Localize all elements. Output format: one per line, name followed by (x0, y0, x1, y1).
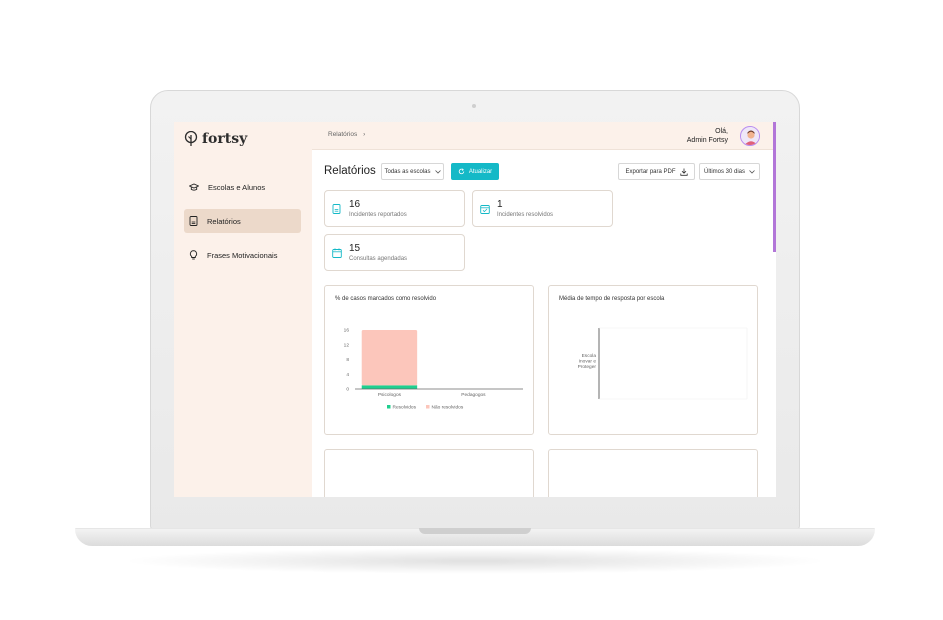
sidebar-item-label: Relatórios (207, 216, 241, 226)
stat-value: 16 (349, 199, 361, 210)
resolved-chart-panel: % de casos marcados como resolvido 0 4 8 12… (324, 285, 534, 435)
y-tick-label: 0 (346, 387, 349, 393)
x-tick-label: Pedagogos (461, 392, 486, 398)
lightbulb-icon (189, 250, 198, 260)
sidebar-item-escolas[interactable]: Escolas e Alunos (184, 175, 301, 199)
y-tick-label: Escola (582, 353, 597, 359)
page: fortsy Escolas e Alunos Relatórios Frase… (0, 0, 943, 620)
y-tick-label: 16 (344, 328, 350, 334)
breadcrumb-item[interactable]: Relatórios (328, 131, 357, 138)
download-icon (679, 168, 688, 176)
period-filter-value: Últimos 30 dias (703, 168, 745, 175)
legend-label: Não resolvidos (432, 404, 464, 410)
laptop-shadow (120, 548, 830, 574)
app-screen: fortsy Escolas e Alunos Relatórios Frase… (174, 122, 776, 497)
logo[interactable]: fortsy (184, 131, 247, 147)
export-pdf-button[interactable]: Exportar para PDF (618, 163, 695, 180)
graduation-cap-icon (189, 183, 199, 191)
y-tick-label: 12 (344, 342, 350, 348)
report-doc-icon (332, 204, 341, 214)
stat-card-reported: 16 Incidentes reportados (324, 190, 465, 227)
avatar[interactable] (740, 126, 760, 146)
y-tick-label: 4 (346, 372, 349, 378)
greeting-text: Olá, (715, 128, 728, 135)
stat-card-resolved: 1 Incidentes resolvidos (472, 190, 613, 227)
legend-label: Resolvidos (393, 404, 417, 410)
sidebar-item-relatorios[interactable]: Relatórios (184, 209, 301, 233)
y-tick-label: 8 (346, 357, 349, 363)
stat-label: Incidentes resolvidos (497, 212, 554, 218)
page-title: Relatórios (324, 165, 376, 177)
chart-title: Média de tempo de resposta por escola (559, 296, 665, 302)
scrollbar[interactable] (773, 122, 776, 252)
period-filter-select[interactable]: Últimos 30 dias (699, 163, 760, 180)
legend-swatch (387, 405, 391, 409)
stat-value: 15 (349, 243, 361, 254)
sidebar-item-label: Frases Motivacionais (207, 250, 278, 260)
response-time-chart: Escola Inovar e Proteger (578, 327, 748, 400)
sidebar-item-frases[interactable]: Frases Motivacionais (184, 243, 301, 267)
document-icon (189, 216, 198, 226)
x-tick-label: Psicologos (378, 392, 402, 398)
main-content: Relatórios Todas as escolas Atualizar Ex… (312, 150, 773, 497)
sidebar-item-label: Escolas e Alunos (208, 182, 266, 192)
laptop-notch (419, 528, 531, 534)
school-filter-value: Todas as escolas (384, 168, 431, 175)
user-avatar-icon (741, 127, 759, 145)
bar-segment (361, 385, 418, 389)
user-greeting: Olá, Admin Fortsy (687, 127, 728, 145)
chevron-down-icon (749, 169, 755, 174)
topbar: Relatórios › Olá, Admin Fortsy (312, 122, 776, 252)
response-time-chart-panel: Média de tempo de resposta por escola Es… (548, 285, 758, 435)
resolved-bar-chart: 0 4 8 12 16 Psicologos Pedagogos Resolvidos Não … (344, 328, 523, 410)
school-filter-select[interactable]: Todas as escolas (381, 163, 444, 180)
calendar-icon (332, 248, 342, 258)
y-tick-label: Proteger (578, 364, 597, 370)
chart-panel-3 (324, 449, 534, 497)
refresh-icon (458, 168, 465, 175)
chart-title: % de casos marcados como resolvido (335, 296, 437, 302)
bar-segment (361, 330, 418, 386)
chart-panel-4 (548, 449, 758, 497)
tree-logo-icon (184, 131, 198, 146)
stat-value: 1 (497, 199, 503, 210)
calendar-check-icon (480, 205, 490, 214)
legend-swatch (426, 405, 430, 409)
stat-card-appointments: 15 Consultas agendadas (324, 234, 465, 271)
sidebar: fortsy Escolas e Alunos Relatórios Frase… (174, 122, 312, 497)
camera-icon (472, 104, 476, 108)
stat-label: Consultas agendadas (349, 256, 408, 262)
chevron-down-icon (434, 169, 441, 174)
export-label: Exportar para PDF (625, 168, 676, 175)
user-name: Admin Fortsy (686, 137, 728, 144)
refresh-label: Atualizar (468, 168, 493, 175)
y-tick-label: Inovar e (579, 359, 597, 365)
logo-text: fortsy (202, 131, 248, 147)
refresh-button[interactable]: Atualizar (451, 163, 499, 180)
breadcrumb-separator: › (363, 131, 366, 138)
stat-label: Incidentes reportados (349, 212, 407, 218)
breadcrumb: Relatórios › (328, 131, 365, 138)
